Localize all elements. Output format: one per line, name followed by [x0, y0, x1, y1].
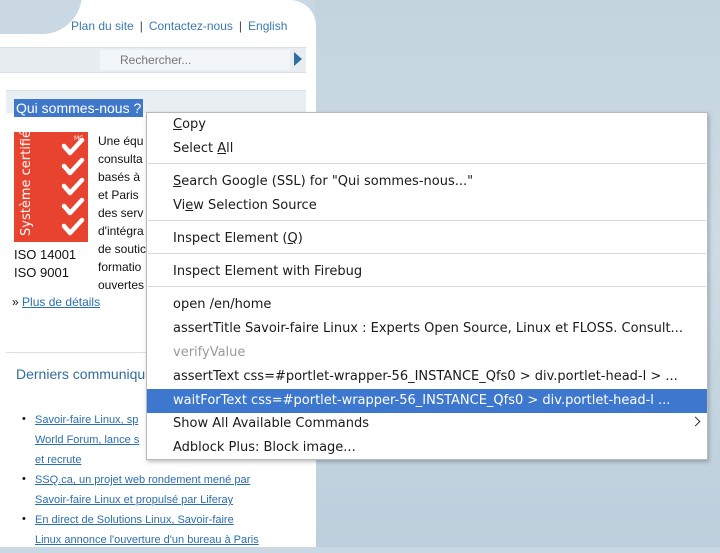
- search-arrow-icon[interactable]: [294, 52, 302, 66]
- bullet: •: [22, 513, 26, 525]
- news-item[interactable]: • En direct de Solutions Linux, Savoir-f…: [22, 513, 259, 553]
- news-item-line[interactable]: Linux annonce l'ouverture d'un bureau à …: [22, 533, 259, 553]
- label-part: opy: [182, 117, 206, 132]
- news-item-line[interactable]: Savoir-faire Linux et propulsé par Lifer…: [22, 493, 250, 513]
- intro-text-line: basés à: [98, 170, 141, 184]
- menu-item-copy[interactable]: Copy: [147, 113, 707, 137]
- menu-item-inspect-element[interactable]: Inspect Element (Q): [147, 227, 707, 251]
- intro-text-line: des serv: [98, 206, 144, 220]
- label-part: ): [297, 231, 303, 246]
- menu-separator: [148, 220, 706, 221]
- accelerator-key: Q: [287, 231, 298, 246]
- menu-item-select-all[interactable]: Select All: [147, 137, 707, 161]
- submenu-arrow-icon: [690, 416, 701, 427]
- page-corner-curve: [0, 0, 82, 34]
- more-details: » Plus de détails: [12, 295, 100, 309]
- menu-separator: [148, 253, 706, 254]
- menu-item-label: Show All Available Commands: [173, 416, 370, 431]
- cert-text: Système certifié: [19, 132, 34, 236]
- accelerator-key: C: [173, 117, 183, 132]
- search-input[interactable]: [100, 50, 290, 70]
- news-item-line[interactable]: En direct de Solutions Linux, Savoir-fai…: [22, 513, 259, 533]
- intro-text-line: ouvertes: [98, 278, 145, 292]
- intro-text-line: et Paris: [98, 188, 139, 202]
- menu-separator: [148, 163, 706, 164]
- news-item-line[interactable]: SSQ.ca, un projet web rondement mené par: [22, 473, 250, 493]
- menu-item-adblock[interactable]: Adblock Plus: Block image...: [147, 436, 707, 460]
- menu-item-verify-value: verifyValue: [173, 345, 246, 360]
- news-item[interactable]: • Savoir-faire Linux, sp World Forum, la…: [22, 413, 139, 473]
- label-part: Inspect Element (: [173, 231, 288, 246]
- bullet: •: [22, 473, 26, 485]
- more-details-link[interactable]: Plus de détails: [22, 295, 100, 309]
- intro-text-line: consulta: [98, 152, 143, 166]
- news-item-line[interactable]: Savoir-faire Linux, sp: [22, 413, 139, 433]
- news-title: Derniers communiqu: [16, 366, 146, 382]
- iso-14001-label: ISO 14001: [14, 247, 77, 262]
- about-title-selected: Qui sommes-nous ?: [14, 99, 144, 117]
- accelerator-key: A: [217, 141, 227, 156]
- menu-item-assert-text[interactable]: assertText css=#portlet-wrapper-56_INSTA…: [147, 365, 707, 389]
- menu-item-show-all-commands[interactable]: Show All Available Commands: [147, 412, 707, 436]
- news-item[interactable]: • SSQ.ca, un projet web rondement mené p…: [22, 473, 250, 513]
- english-link[interactable]: English: [248, 19, 287, 33]
- sitemap-link[interactable]: Plan du site: [71, 19, 134, 33]
- label-part: earch Google (SSL) for "Qui sommes-nous.…: [181, 174, 474, 189]
- label-part: Vi: [173, 198, 186, 213]
- search-bar: [0, 47, 306, 73]
- menu-item-inspect-firebug[interactable]: Inspect Element with Firebug: [147, 260, 707, 284]
- menu-item-open[interactable]: open /en/home: [147, 293, 707, 317]
- bullet: •: [22, 413, 26, 425]
- news-item-line[interactable]: et recrute: [22, 453, 139, 473]
- menu-separator: [148, 286, 706, 287]
- link-separator: |: [238, 19, 243, 33]
- iso-9001-label: ISO 9001: [14, 265, 69, 280]
- news-item-line[interactable]: World Forum, lance s: [22, 433, 139, 453]
- context-menu: Copy Select All Search Google (SSL) for …: [146, 112, 708, 460]
- top-links: Plan du site | Contactez-nous | English: [71, 19, 287, 33]
- intro-text-line: Une équ: [98, 134, 144, 148]
- menu-item-view-selection-source[interactable]: View Selection Source: [147, 194, 707, 218]
- intro-text-line: d'intégra: [98, 224, 144, 238]
- more-details-prefix: »: [12, 295, 19, 309]
- intro-text-line: formatio: [98, 260, 142, 274]
- label-part: Select: [173, 141, 218, 156]
- intro-text-line: de soutic: [98, 242, 147, 256]
- contact-link[interactable]: Contactez-nous: [149, 19, 233, 33]
- label-part: ll: [226, 141, 234, 156]
- label-part: w Selection Source: [193, 198, 317, 213]
- menu-item-assert-title[interactable]: assertTitle Savoir-faire Linux : Experts…: [147, 317, 707, 341]
- certified-system-logo: MC Système certifié: [14, 132, 88, 242]
- menu-item-search-google[interactable]: Search Google (SSL) for "Qui sommes-nous…: [147, 170, 707, 194]
- link-separator: |: [139, 19, 143, 33]
- menu-item-wait-for-text[interactable]: waitForText css=#portlet-wrapper-56_INST…: [147, 389, 707, 413]
